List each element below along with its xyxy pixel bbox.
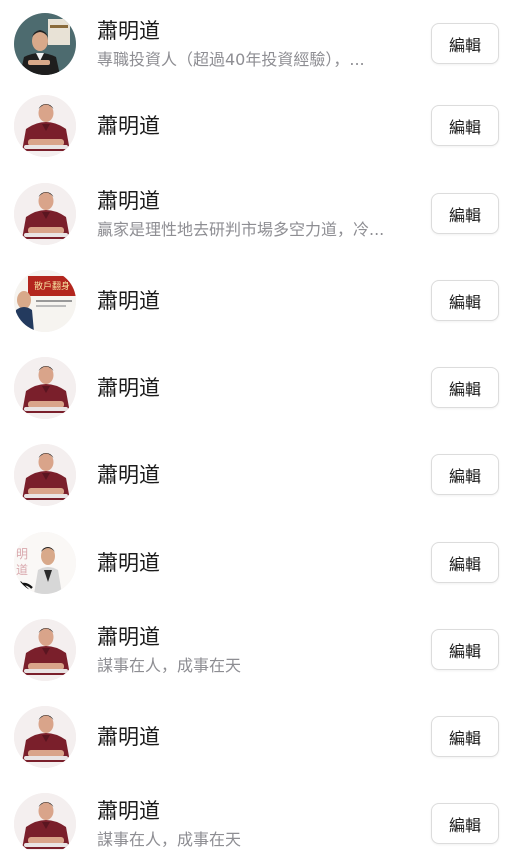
profile-name: 蕭明道 [97,188,160,213]
profile-text: 蕭明道贏家是理性地去研判市場多空力道，冷... [97,187,417,241]
list-item[interactable]: 散戶翻身 蕭明道 編輯 [0,257,512,344]
edit-button[interactable]: 編輯 [431,193,499,234]
edit-button[interactable]: 編輯 [431,716,499,757]
profile-text: 蕭明道 [97,723,417,751]
profile-bio: 贏家是理性地去研判市場多空力道，冷... [97,219,385,239]
list-item[interactable]: 蕭明道 編輯 [0,344,512,431]
portrait-maroon-shirt-icon[interactable] [14,705,76,768]
book-cover-red-banner-icon[interactable]: 散戶翻身 [14,269,76,332]
edit-button[interactable]: 編輯 [431,105,499,146]
profile-name: 蕭明道 [97,113,160,138]
svg-text:明: 明 [16,547,28,561]
portrait-maroon-shirt-icon[interactable] [14,182,76,245]
profile-bio: 謀事在人，成事在天 [97,829,242,849]
edit-button[interactable]: 編輯 [431,454,499,495]
profile-text: 蕭明道謀事在人，成事在天 [97,623,417,677]
profile-name: 蕭明道 [97,18,160,43]
list-item[interactable]: 蕭明道專職投資人（超過40年投資經驗），... 編輯 [0,0,512,87]
edit-button[interactable]: 編輯 [431,629,499,670]
portrait-dark-suit-icon[interactable] [14,12,76,75]
edit-button[interactable]: 編輯 [431,23,499,64]
profile-name: 蕭明道 [97,724,160,749]
svg-text:道: 道 [16,563,28,577]
list-item[interactable]: 明 道 蕭明道 編輯 [0,519,512,606]
edit-button[interactable]: 編輯 [431,280,499,321]
list-item[interactable]: 蕭明道 編輯 [0,82,512,169]
profile-text: 蕭明道 [97,374,417,402]
profile-name: 蕭明道 [97,624,160,649]
svg-text:散戶翻身: 散戶翻身 [34,280,70,292]
profile-text: 蕭明道 [97,461,417,489]
list-item[interactable]: 蕭明道贏家是理性地去研判市場多空力道，冷... 編輯 [0,170,512,257]
portrait-maroon-shirt-icon[interactable] [14,356,76,419]
portrait-calligraphy-icon[interactable]: 明 道 [14,531,76,594]
list-item[interactable]: 蕭明道 編輯 [0,431,512,518]
profile-name: 蕭明道 [97,550,160,575]
list-item[interactable]: 蕭明道 謀事在人，成事在天 編輯 [0,780,512,850]
portrait-maroon-shirt-icon[interactable] [14,94,76,157]
profile-bio: 謀事在人，成事在天 [97,655,242,675]
profile-name: 蕭明道 [97,288,160,313]
edit-button[interactable]: 編輯 [431,542,499,583]
list-item[interactable]: 蕭明道 謀事在人，成事在天 編輯 [0,606,512,693]
profile-name: 蕭明道 [97,798,160,823]
profile-list: 蕭明道 專職投資人（超過40年投資經驗），... 編輯 蕭明道 編輯 蕭明道 贏家是理性… [0,0,512,850]
list-item[interactable]: 蕭明道 編輯 [0,693,512,780]
profile-text: 蕭明道 [97,287,417,315]
profile-text: 蕭明道 [97,549,417,577]
profile-text: 蕭明道 [97,112,417,140]
edit-button[interactable]: 編輯 [431,367,499,408]
portrait-maroon-shirt-icon[interactable] [14,792,76,850]
profile-text: 蕭明道專職投資人（超過40年投資經驗），... [97,17,417,71]
edit-button[interactable]: 編輯 [431,803,499,844]
portrait-maroon-shirt-icon[interactable] [14,443,76,506]
profile-name: 蕭明道 [97,462,160,487]
profile-name: 蕭明道 [97,375,160,400]
portrait-maroon-shirt-icon[interactable] [14,618,76,681]
profile-text: 蕭明道謀事在人，成事在天 [97,797,417,850]
profile-bio: 專職投資人（超過40年投資經驗），... [97,49,365,69]
